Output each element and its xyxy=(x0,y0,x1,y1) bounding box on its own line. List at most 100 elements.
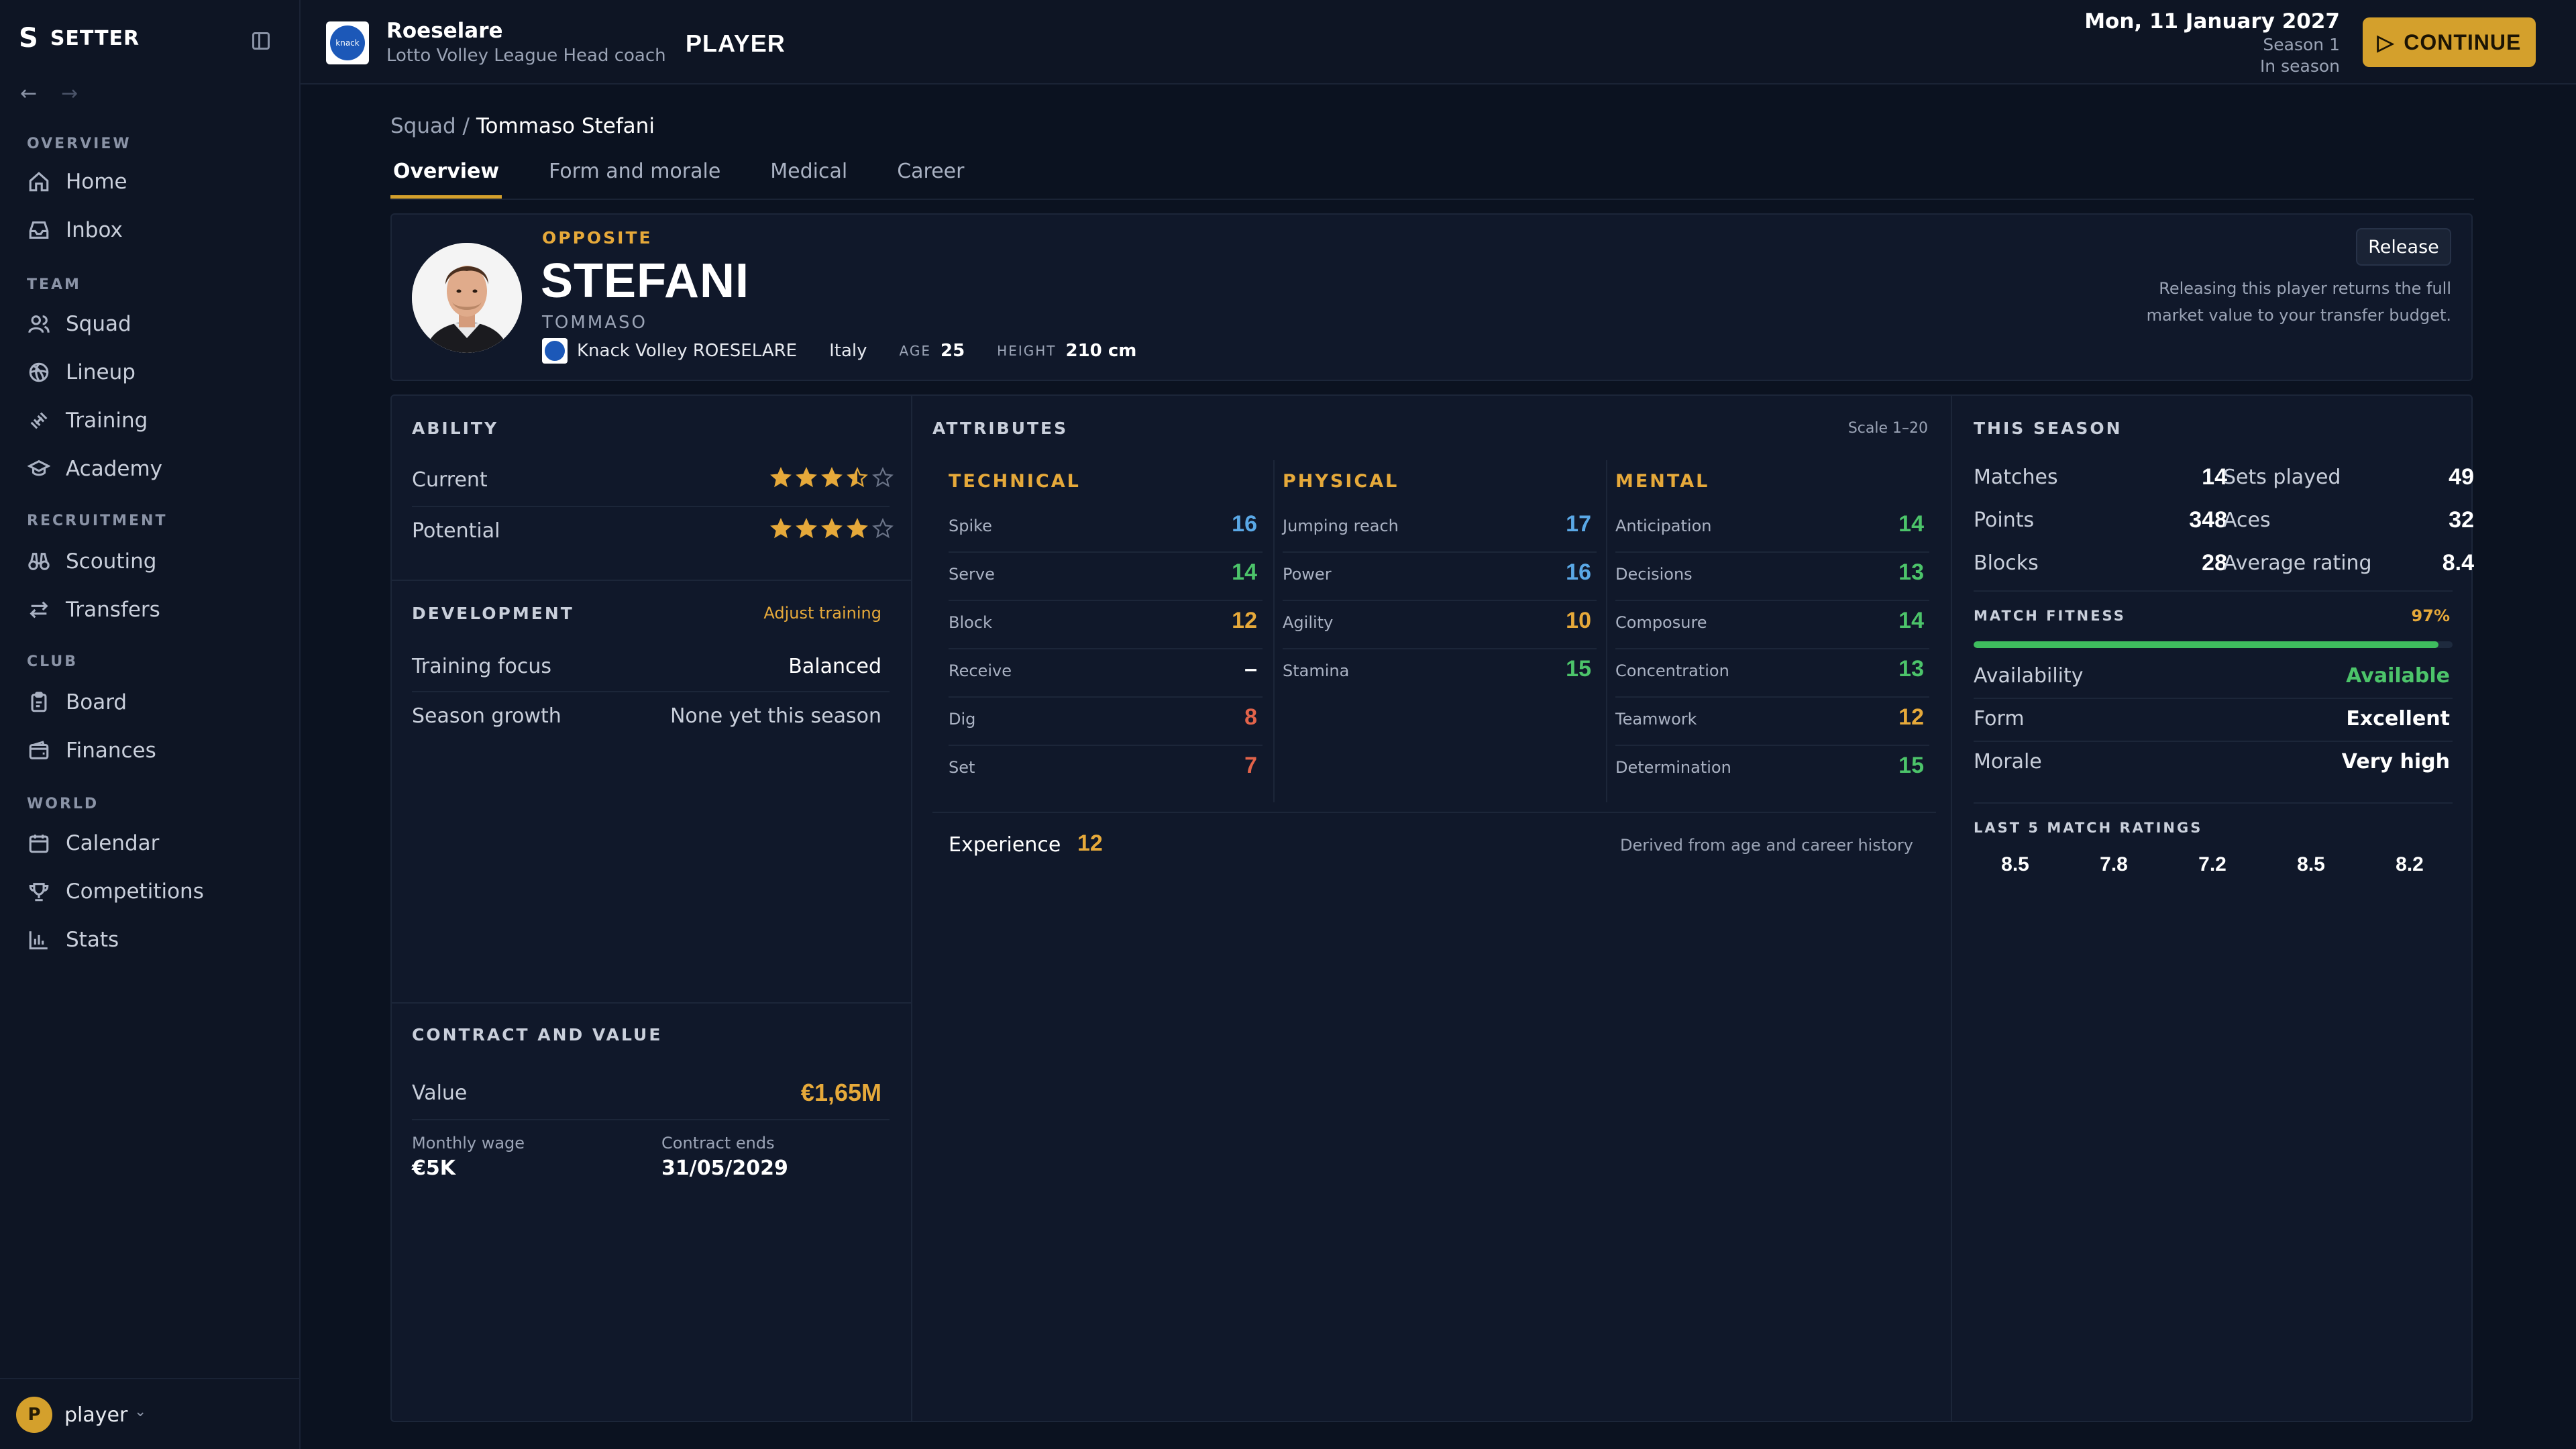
breadcrumb-separator: / xyxy=(462,114,470,138)
tab-career[interactable]: Career xyxy=(894,160,967,199)
star-empty-icon xyxy=(872,518,894,539)
game-date: Mon, 11 January 2027 xyxy=(2084,9,2340,34)
divider xyxy=(1283,600,1597,601)
forward-arrow-icon[interactable]: → xyxy=(61,82,78,105)
breadcrumb-current: Tommaso Stefani xyxy=(476,114,655,138)
match-rating: 7.2 xyxy=(2198,853,2226,875)
app-logo: S xyxy=(19,23,38,54)
avatar: P xyxy=(16,1397,52,1433)
attribute-value: 12 xyxy=(1232,608,1257,633)
monthly-wage-value: €5K xyxy=(412,1157,455,1180)
tab-form-and-morale[interactable]: Form and morale xyxy=(546,160,723,199)
player-meta: Knack Volley ROESELARE Italy AGE 25 HEIG… xyxy=(542,338,1136,364)
release-button[interactable]: Release xyxy=(2356,228,2451,266)
club-league-role: Lotto Volley League Head coach xyxy=(386,46,666,66)
match-fitness-bar xyxy=(1974,641,2453,648)
divider xyxy=(1974,741,2453,742)
attribute-name: Dig xyxy=(949,710,976,729)
stat-label: Matches xyxy=(1974,466,2058,489)
season-phase: In season xyxy=(2259,56,2340,76)
attribute-name: Block xyxy=(949,613,992,632)
app-name: SETTER xyxy=(50,26,140,50)
value-label: Value xyxy=(412,1081,468,1105)
stat-value: 8.4 xyxy=(2442,550,2474,576)
breadcrumb-parent[interactable]: Squad xyxy=(390,114,456,138)
sidebar-item-home[interactable]: Home xyxy=(27,165,127,199)
availability-label: Availability xyxy=(1974,664,2084,688)
divider xyxy=(1615,745,1929,746)
sidebar-item-squad[interactable]: Squad xyxy=(27,307,131,341)
binoculars-icon xyxy=(27,549,51,574)
column-divider xyxy=(1606,460,1607,802)
sidebar-item-label: Competitions xyxy=(66,879,204,904)
sidebar-item-stats[interactable]: Stats xyxy=(27,923,119,957)
stat-label: Points xyxy=(1974,508,2035,532)
volleyball-icon xyxy=(27,360,51,384)
back-arrow-icon[interactable]: ← xyxy=(20,82,37,105)
sidebar-item-finances[interactable]: Finances xyxy=(27,734,156,767)
season-growth-label: Season growth xyxy=(412,704,561,728)
match-fitness-fill xyxy=(1974,641,2438,648)
sidebar-item-board[interactable]: Board xyxy=(27,686,127,719)
tab-medical[interactable]: Medical xyxy=(767,160,850,199)
morale-label: Morale xyxy=(1974,750,2042,773)
height-label: HEIGHT xyxy=(997,343,1057,359)
player-height: 210 cm xyxy=(1065,341,1137,361)
attribute-name: Serve xyxy=(949,565,995,584)
contract-ends-value: 31/05/2029 xyxy=(661,1157,788,1180)
sidebar: S SETTER ← → OVERVIEW Home Inbox TEAM Sq… xyxy=(0,0,301,1449)
match-rating: 8.5 xyxy=(2001,853,2029,875)
sidebar-item-inbox[interactable]: Inbox xyxy=(27,213,123,247)
inbox-icon xyxy=(27,218,51,242)
sidebar-item-calendar[interactable]: Calendar xyxy=(27,826,159,860)
swap-arrows-icon xyxy=(27,598,51,622)
stat-value: 348 xyxy=(2189,507,2227,533)
nav-section-title: CLUB xyxy=(27,653,78,670)
sidebar-item-scouting[interactable]: Scouting xyxy=(27,545,156,578)
divider xyxy=(1615,696,1929,698)
continue-button[interactable]: ▷ CONTINUE xyxy=(2363,17,2536,67)
divider xyxy=(949,551,1263,553)
attribute-value: 17 xyxy=(1566,511,1591,537)
form-label: Form xyxy=(1974,707,2025,731)
sidebar-item-label: Lineup xyxy=(66,360,136,384)
player-club[interactable]: Knack Volley ROESELARE xyxy=(577,341,797,361)
age-group: AGE 25 xyxy=(900,341,965,361)
top-bar: knack Roeselare Lotto Volley League Head… xyxy=(301,0,2576,85)
sidebar-collapse-icon[interactable] xyxy=(252,32,270,50)
sidebar-item-label: Board xyxy=(66,690,127,714)
divider xyxy=(412,691,890,692)
tab-overview[interactable]: Overview xyxy=(390,160,502,199)
attribute-value: 7 xyxy=(1244,753,1257,778)
sidebar-item-lineup[interactable]: Lineup xyxy=(27,356,136,389)
tab-bar: Overview Form and morale Medical Career xyxy=(390,160,2474,200)
star-full-icon xyxy=(770,518,792,539)
match-fitness-value: 97% xyxy=(2411,606,2450,625)
stat-label: Sets played xyxy=(2223,466,2341,489)
stat-label: Aces xyxy=(2223,508,2271,532)
current-ability-label: Current xyxy=(412,468,488,492)
attribute-name: Anticipation xyxy=(1615,517,1712,535)
star-empty-icon xyxy=(872,467,894,488)
star-full-icon xyxy=(821,467,843,488)
sidebar-item-competitions[interactable]: Competitions xyxy=(27,875,204,908)
page-kind: PLAYER xyxy=(686,30,786,57)
attribute-value: 15 xyxy=(1566,656,1591,682)
ability-title: ABILITY xyxy=(412,419,499,438)
adjust-training-link[interactable]: Adjust training xyxy=(763,604,881,623)
divider xyxy=(1615,600,1929,601)
attribute-group-title: PHYSICAL xyxy=(1283,471,1399,492)
trophy-icon xyxy=(27,879,51,904)
sidebar-item-training[interactable]: Training xyxy=(27,404,148,437)
match-fitness-label: MATCH FITNESS xyxy=(1974,608,2126,624)
attribute-name: Receive xyxy=(949,661,1012,680)
divider xyxy=(412,1119,890,1120)
user-menu[interactable]: P player ⌄ xyxy=(0,1378,299,1449)
column-divider xyxy=(1951,396,1952,1422)
attribute-name: Set xyxy=(949,758,975,777)
sidebar-item-transfers[interactable]: Transfers xyxy=(27,593,160,627)
nav-section-title: OVERVIEW xyxy=(27,136,131,152)
divider xyxy=(1974,698,2453,699)
sidebar-item-academy[interactable]: Academy xyxy=(27,452,162,486)
player-nationality: Italy xyxy=(829,341,867,361)
